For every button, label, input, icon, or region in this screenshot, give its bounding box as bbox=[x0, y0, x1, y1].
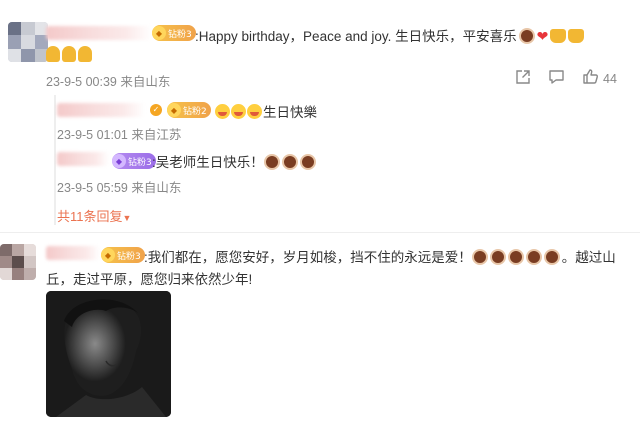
cake-emoji-icon bbox=[518, 28, 535, 44]
pray-emoji-icon bbox=[78, 46, 92, 62]
cake-emoji-icon bbox=[299, 154, 316, 170]
cake-emoji-icon bbox=[281, 154, 298, 170]
fan-badge-label: 钻粉3 bbox=[168, 29, 192, 40]
cake-emoji-icon bbox=[489, 249, 506, 265]
comment-timestamp: 23-9-5 00:39 来自山东 bbox=[46, 75, 171, 89]
caret-down-icon: ▼ bbox=[122, 213, 132, 223]
reply-text-content: 生日快樂 bbox=[263, 105, 317, 120]
fan-badge[interactable]: ◆ 钻粉3 bbox=[152, 25, 196, 41]
more-replies-link[interactable]: 共11条回复▼ bbox=[57, 206, 131, 225]
cake-emoji-icon bbox=[543, 249, 560, 265]
reply-timestamp: 23-9-5 05:59 来自山东 bbox=[57, 181, 182, 195]
portrait-image bbox=[46, 291, 171, 417]
reply-text-content: :吴老师生日快乐！ bbox=[152, 155, 264, 170]
comment-photo[interactable] bbox=[46, 291, 171, 417]
like-count: 44 bbox=[603, 72, 617, 86]
comment-icon[interactable] bbox=[548, 69, 565, 85]
diamond-icon: ◆ bbox=[112, 154, 126, 168]
fan-badge[interactable]: ◆ 钻粉3 bbox=[112, 153, 156, 169]
fan-badge-label: 钻粉3 bbox=[117, 251, 141, 262]
verified-icon: ✓ bbox=[150, 104, 162, 116]
avatar[interactable] bbox=[0, 244, 36, 280]
cake-emoji-icon bbox=[507, 249, 524, 265]
reply-thread-bar bbox=[54, 95, 56, 225]
username[interactable] bbox=[46, 246, 100, 260]
share-icon[interactable] bbox=[515, 69, 531, 85]
laughing-emoji-icon bbox=[215, 104, 230, 119]
comment-text-content: :我们都在，愿您安好，岁月如梭，挡不住的永远是爱！ bbox=[144, 250, 472, 265]
reply-text: :吴老师生日快乐！ bbox=[152, 151, 318, 171]
diamond-icon: ◆ bbox=[152, 26, 166, 40]
pray-emoji-icon bbox=[46, 46, 60, 62]
fan-badge[interactable]: ◆ 钻粉3 bbox=[101, 247, 145, 263]
avatar[interactable] bbox=[8, 22, 48, 62]
divider bbox=[0, 232, 640, 233]
diamond-icon: ◆ bbox=[167, 103, 181, 117]
comment-text: :Happy birthday，Peace and joy. 生日快乐，平安喜乐… bbox=[195, 25, 585, 45]
fan-badge[interactable]: ◆ 钻粉2 bbox=[167, 102, 211, 118]
comment-text-content: :Happy birthday，Peace and joy. 生日快乐，平安喜乐 bbox=[195, 29, 517, 44]
pray-emoji-icon bbox=[62, 46, 76, 62]
diamond-icon: ◆ bbox=[101, 248, 115, 262]
fan-badge-label: 钻粉3 bbox=[128, 157, 152, 168]
username[interactable] bbox=[46, 26, 152, 40]
comment-text: :我们都在，愿您安好，岁月如梭，挡不住的永远是爱！ 。越过山 bbox=[144, 246, 616, 266]
comment-text-line2: 丘，走过平原，愿您归来依然少年! bbox=[46, 272, 253, 287]
laughing-emoji-icon bbox=[231, 104, 246, 119]
clap-emoji-icon bbox=[568, 29, 585, 43]
comment-text-line2 bbox=[46, 46, 94, 62]
more-replies-label: 共11条回复 bbox=[57, 209, 123, 224]
cake-emoji-icon bbox=[263, 154, 280, 170]
reply-text: 生日快樂 bbox=[215, 101, 317, 121]
like-icon[interactable] bbox=[582, 68, 599, 85]
fan-badge-label: 钻粉2 bbox=[183, 106, 207, 117]
cake-emoji-icon bbox=[471, 249, 488, 265]
reply-username[interactable] bbox=[57, 103, 145, 117]
cake-emoji-icon bbox=[525, 249, 542, 265]
reply-username[interactable] bbox=[57, 152, 109, 166]
comment-text-tail: 。越过山 bbox=[561, 250, 616, 265]
clap-emoji-icon bbox=[550, 29, 567, 43]
laughing-emoji-icon bbox=[247, 104, 262, 119]
reply-timestamp: 23-9-5 01:01 来自江苏 bbox=[57, 128, 182, 142]
heart-emoji-icon: ❤ bbox=[536, 28, 549, 44]
